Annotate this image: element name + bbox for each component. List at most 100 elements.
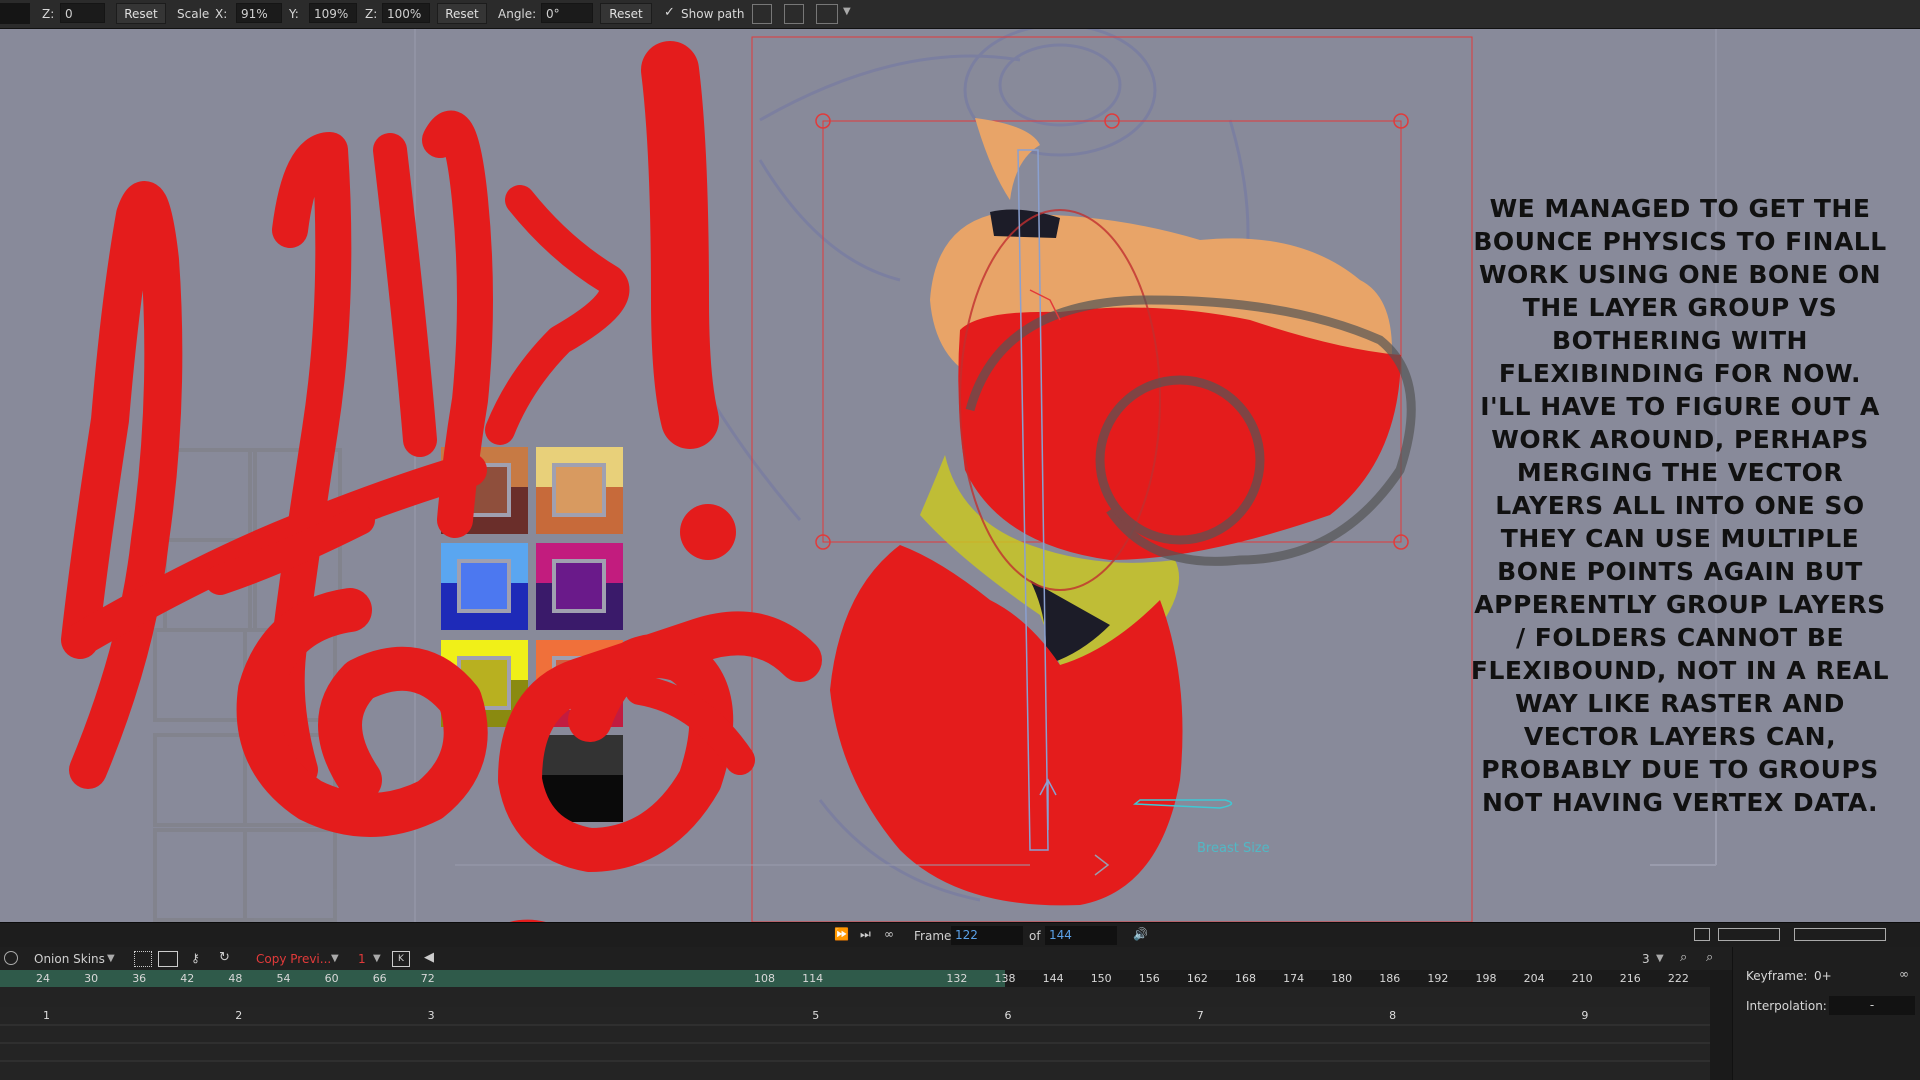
frame-tick-label: 204 (1523, 972, 1545, 985)
drawing-canvas[interactable]: We managed to get the bounce physics to … (0, 29, 1920, 922)
toolbar-left-field[interactable] (0, 3, 30, 24)
scale-label: Scale (177, 7, 210, 21)
keyframe-track[interactable]: 1 2 3 5 6 7 8 9 (0, 1007, 1710, 1080)
timeline-scrollbar[interactable] (1710, 970, 1732, 1080)
frame-tick-label: 192 (1427, 972, 1449, 985)
frame-tick-label: 168 (1235, 972, 1256, 985)
copy-count[interactable]: 1 (358, 952, 366, 966)
next-frame-icon[interactable]: ⏭ (860, 927, 871, 942)
shapes-icon[interactable] (158, 951, 178, 967)
angle-input[interactable]: 0° (541, 3, 593, 23)
volume-icon[interactable]: 🔊 (1133, 927, 1148, 941)
copy-previous-dropdown[interactable]: Copy Previ... (256, 952, 331, 966)
frame-tick-label: 186 (1379, 972, 1401, 985)
onion-skins-dropdown[interactable]: Onion Skins (34, 952, 105, 966)
grid-icon[interactable] (134, 951, 152, 967)
second-marker-label: 7 (1196, 1009, 1204, 1022)
frame-tick-label: 132 (946, 972, 968, 985)
played-range (0, 970, 1005, 987)
playback-bar: ⏩ ⏭ ∞ Frame 122 of 144 🔊 (0, 922, 1920, 948)
reset-angle-button[interactable]: Reset (600, 3, 652, 24)
frame-tick-label: 162 (1186, 972, 1208, 985)
of-label: of (1029, 929, 1041, 943)
chevron-down-icon[interactable]: ▼ (107, 953, 115, 964)
prev-key-icon[interactable]: ◀ (424, 950, 434, 965)
frame-tick-label: 150 (1090, 972, 1112, 985)
loop-icon[interactable]: ∞ (884, 927, 894, 941)
current-frame-input[interactable]: 122 (951, 926, 1023, 945)
keyframe-icon[interactable]: K (392, 951, 410, 967)
view-mode-icon[interactable] (1694, 928, 1710, 941)
annotation-comment: We managed to get the bounce physics to … (1470, 194, 1890, 817)
second-marker-label: 1 (43, 1009, 50, 1022)
frame-ruler[interactable]: 24 30 36 42 48 54 60 66 72 108 114 132 138 144 150 156 1… (0, 970, 1737, 987)
interpolation-select[interactable]: - (1829, 996, 1915, 1015)
transform-options-icon[interactable] (816, 4, 838, 24)
frame-label: Frame (914, 929, 952, 943)
second-marker-label: 9 (1581, 1009, 1589, 1022)
frame-tick-label: 222 (1667, 972, 1689, 985)
frame-tick-label: 210 (1571, 972, 1593, 985)
frame-tick-label: 60 (324, 972, 339, 985)
chevron-down-icon[interactable]: ▼ (843, 6, 851, 17)
z-label: Z: (42, 7, 55, 21)
second-marker-label: 6 (1004, 1009, 1012, 1022)
zoom-out-icon[interactable]: ⌕ (1680, 950, 1687, 965)
z-position-input[interactable]: 0 (60, 3, 105, 23)
interpolation-label: Interpolation: (1746, 999, 1827, 1013)
frame-tick-label: 108 (754, 972, 775, 985)
second-marker-label: 3 (427, 1009, 435, 1022)
link-icon[interactable]: ∞ (1899, 967, 1909, 981)
chevron-down-icon[interactable]: ▼ (331, 953, 339, 964)
show-path-label: Show path (681, 7, 745, 21)
show-path-checkbox[interactable]: ✓ (664, 5, 675, 20)
frame-tick-label: 66 (372, 972, 387, 985)
frame-tick-label: 24 (36, 972, 50, 985)
frame-tick-label: 48 (228, 972, 243, 985)
keyframe-properties-panel: Keyframe: 0+ ∞ Interpolation: - (1732, 947, 1920, 1080)
second-marker-label: 2 (235, 1009, 243, 1022)
fast-forward-icon[interactable]: ⏩ (834, 927, 849, 941)
frame-tick-label: 138 (994, 972, 1016, 985)
timeline-panel: Onion Skins ▼ ⚷ ↻ Copy Previ... ▼ 1 ▼ K … (0, 947, 1737, 1080)
timeline-zoom-value[interactable]: 3 (1642, 952, 1650, 966)
frame-tick-label: 180 (1331, 972, 1353, 985)
reset-scale-button[interactable]: Reset (437, 3, 487, 24)
frame-tick-label: 198 (1475, 972, 1497, 985)
transform-toolbar: Z: 0 Reset Scale X: 91% Y: 109% Z: 100% … (0, 0, 1920, 29)
scale-x-input[interactable]: 91% (236, 3, 282, 23)
view-layout-icon[interactable] (1718, 928, 1780, 941)
frame-tick-label: 42 (180, 972, 195, 985)
keyframe-value: 0+ (1814, 969, 1832, 983)
frame-tick-label: 174 (1283, 972, 1305, 985)
angle-label: Angle: (498, 7, 537, 21)
zoom-in-icon[interactable]: ⌕ (1706, 950, 1713, 965)
frame-tick-label: 54 (276, 972, 291, 985)
reset-position-button[interactable]: Reset (116, 3, 166, 24)
frame-tick-label: 156 (1138, 972, 1160, 985)
chevron-down-icon[interactable]: ▼ (373, 953, 381, 964)
total-frames-input[interactable]: 144 (1045, 926, 1117, 945)
scale-y-input[interactable]: 109% (309, 3, 357, 23)
keys-icon[interactable]: ⚷ (191, 951, 200, 965)
scale-y-label: Y: (289, 7, 299, 21)
tool-icons[interactable] (1794, 928, 1886, 941)
frame-tick-label: 114 (802, 972, 824, 985)
keyframe-label: Keyframe: (1746, 969, 1808, 983)
frame-tick-label: 30 (84, 972, 99, 985)
onion-icon[interactable] (4, 951, 18, 965)
flip-horizontal-icon[interactable] (752, 4, 772, 24)
scale-z-input[interactable]: 100% (382, 3, 430, 23)
frame-tick-label: 216 (1619, 972, 1641, 985)
scale-x-label: X: (215, 7, 228, 21)
frame-tick-label: 36 (132, 972, 147, 985)
track-grid (0, 1024, 1710, 1062)
frame-tick-label: 144 (1042, 972, 1064, 985)
refresh-icon[interactable]: ↻ (219, 950, 230, 965)
flip-vertical-icon[interactable] (784, 4, 804, 24)
scale-z-label: Z: (365, 7, 378, 21)
second-marker-label: 8 (1389, 1009, 1397, 1022)
chevron-down-icon[interactable]: ▼ (1656, 953, 1664, 964)
second-marker-label: 5 (812, 1009, 820, 1022)
bone-label: Breast Size (1197, 841, 1270, 856)
